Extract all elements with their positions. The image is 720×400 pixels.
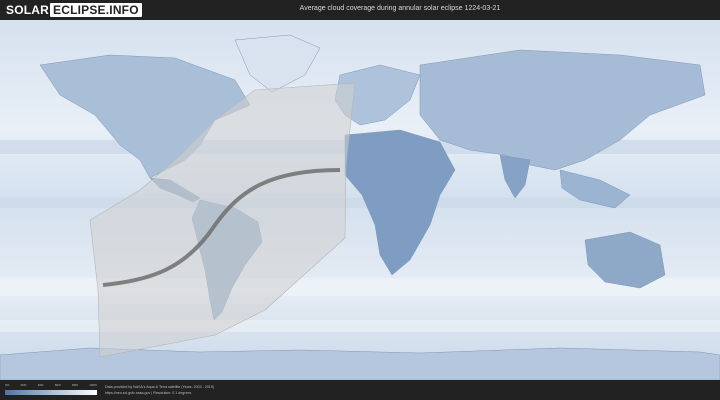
credit-link[interactable]: https://neo.sci.gsfc.nasa.gov | Resoluti… [105,390,214,396]
legend-tick: 60% [54,383,61,387]
logo-eclipse-text: ECLIPSE.INFO [50,3,142,17]
legend-tick: 100% [89,383,97,387]
site-logo[interactable]: SOLAR ECLIPSE.INFO [6,3,142,17]
cloud-coverage-legend-bar [5,390,97,395]
legend-tick: 0% [5,383,10,387]
cloud-coverage-map [0,20,720,380]
legend-tick: 20% [20,383,27,387]
page-title: Average cloud coverage during annular so… [299,5,501,12]
header-bar: SOLAR ECLIPSE.INFO Average cloud coverag… [0,0,720,20]
legend-tick: 40% [37,383,44,387]
logo-solar-text: SOLAR [6,3,49,17]
legend-ticks: 0% 20% 40% 60% 80% 100% [5,383,97,389]
legend-tick: 80% [72,383,79,387]
data-credits: Data provided by NASA's Aqua & Terra sat… [105,384,214,396]
